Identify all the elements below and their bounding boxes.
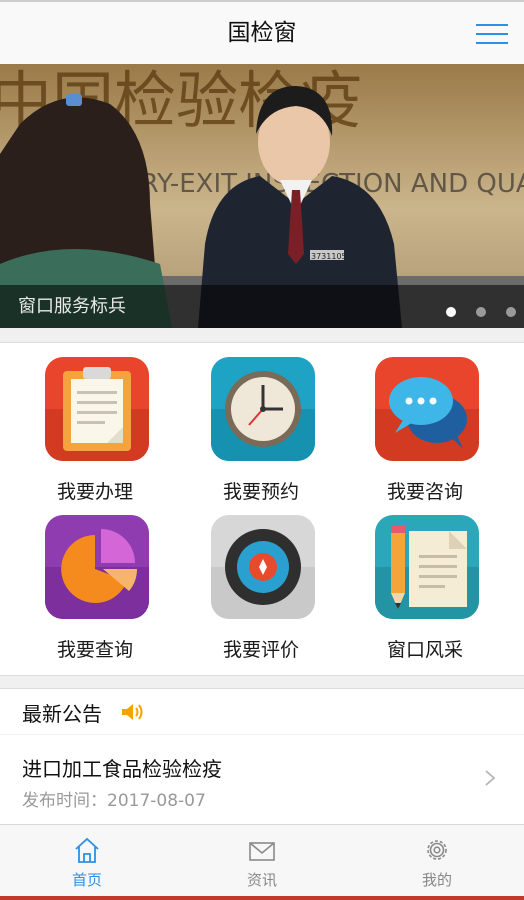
bottom-accent-strip [0,896,524,900]
tab-label: 我的 [421,871,452,889]
hamburger-menu-icon[interactable] [476,22,508,46]
service-evaluate-button[interactable]: 我要评价 [186,501,336,661]
banner-caption-bar: 窗口服务标兵 [0,285,524,328]
service-query-button[interactable]: 我要查询 [20,501,170,661]
notice-item[interactable]: 进口加工食品检验检疫 发布时间：2017-08-07 [0,735,524,825]
gear-icon [427,840,447,860]
carousel-indicators [426,302,516,321]
bottom-tab-bar: 首页 资讯 我的 [0,824,524,900]
tab-mine[interactable]: 我的 [350,825,524,897]
chevron-right-icon [485,770,496,786]
notice-date: 发布时间：2017-08-07 [22,791,206,811]
service-label: 我要办理 [56,481,133,503]
service-label: 我要咨询 [386,481,463,503]
notice-title: 进口加工食品检验检疫 [22,757,222,781]
target-icon [211,515,315,619]
service-label: 窗口风采 [386,639,463,661]
pie-chart-icon [45,515,149,619]
carousel-dot[interactable] [446,307,456,317]
speaker-icon [122,704,143,720]
service-label: 我要预约 [222,481,299,503]
clock-icon [211,357,315,461]
home-icon [75,837,99,863]
service-grid: 我要办理 我要预约 我要咨询 我要查询 我要评价 窗口风采 [0,342,524,676]
service-consult-button[interactable]: 我要咨询 [350,343,500,503]
page-title: 国检窗 [227,20,297,46]
document-pencil-icon [375,515,479,619]
carousel-dot[interactable] [506,307,516,317]
banner-caption: 窗口服务标兵 [18,296,126,317]
section-title: 最新公告 [22,702,102,726]
tab-home[interactable]: 首页 [0,825,174,897]
tab-label: 首页 [71,871,102,889]
tab-label: 资讯 [246,871,277,889]
latest-notice-section: 最新公告 进口加工食品检验检疫 发布时间：2017-08-07 [0,688,524,825]
clipboard-icon [45,357,149,461]
officer-badge-number: 3731105 [311,252,347,261]
tab-news[interactable]: 资讯 [175,825,349,897]
banner-carousel[interactable]: 中国检验检疫 CHINA ENTRY-EXIT INSPECTION AND Q… [0,64,524,328]
chat-bubbles-icon [375,357,479,461]
envelope-icon [249,842,275,861]
app-header: 国检窗 [0,0,524,64]
carousel-dot[interactable] [476,307,486,317]
service-apply-button[interactable]: 我要办理 [20,343,170,503]
service-showcase-button[interactable]: 窗口风采 [350,501,500,661]
service-label: 我要查询 [56,639,133,661]
service-appointment-button[interactable]: 我要预约 [186,343,336,503]
service-label: 我要评价 [222,639,299,661]
